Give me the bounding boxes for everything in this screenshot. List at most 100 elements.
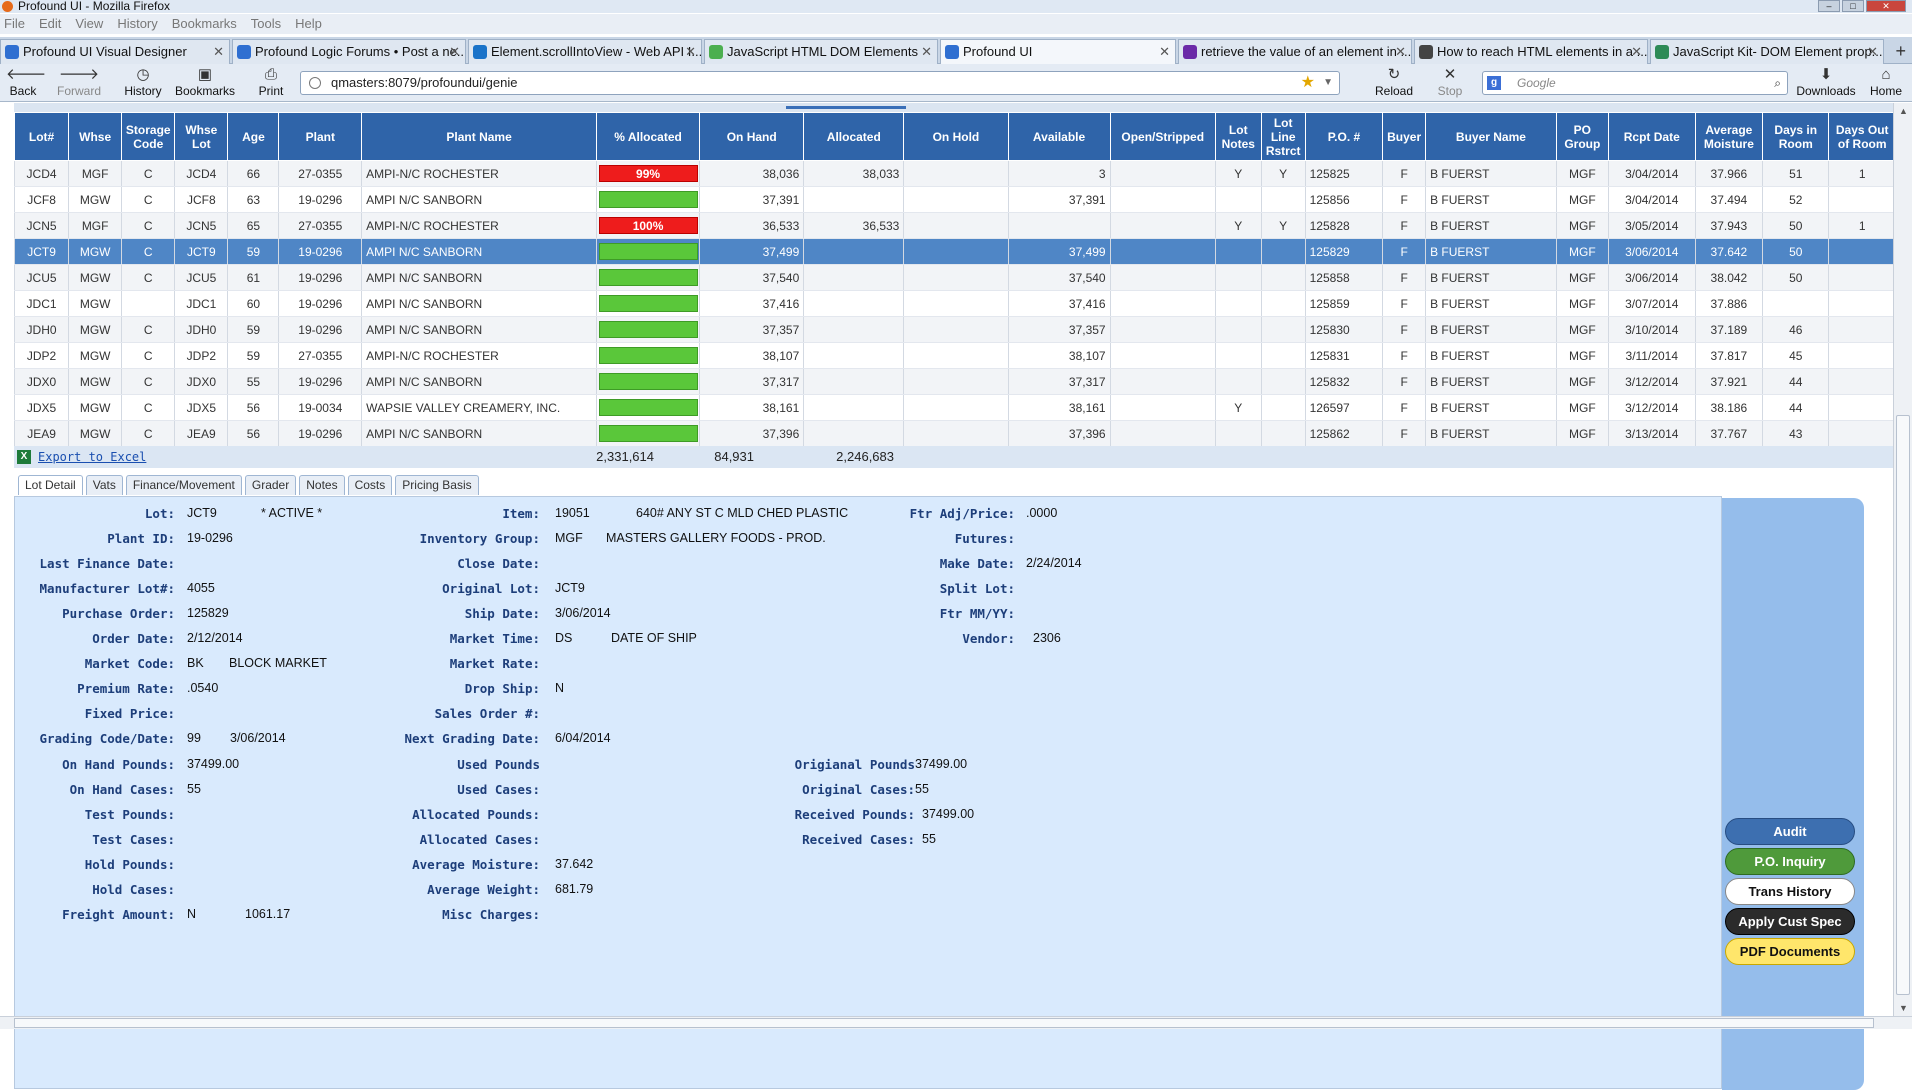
tab-grader[interactable]: Grader bbox=[244, 475, 297, 495]
browser-tab[interactable]: Element.scrollIntoView - Web API I... ✕ bbox=[468, 39, 702, 64]
tab-close-icon[interactable]: ✕ bbox=[921, 40, 932, 64]
col-header[interactable]: On Hold bbox=[903, 112, 1009, 161]
col-header[interactable]: Open/Stripped bbox=[1109, 112, 1216, 161]
horizontal-scroll-thumb[interactable] bbox=[14, 1018, 1874, 1028]
col-header[interactable]: Buyer bbox=[1382, 112, 1427, 161]
col-header[interactable]: Average Moisture bbox=[1694, 112, 1764, 161]
apply-cust-spec-button[interactable]: Apply Cust Spec bbox=[1725, 908, 1855, 935]
col-header[interactable]: P.O. # bbox=[1304, 112, 1384, 161]
url-dropdown-icon[interactable]: ▼ bbox=[1323, 72, 1333, 94]
browser-tab[interactable]: Profound Logic Forums • Post a ne... ✕ bbox=[232, 39, 466, 64]
back-button[interactable]: 🡐 Back bbox=[6, 66, 46, 98]
minimize-icon[interactable]: – bbox=[1818, 0, 1840, 12]
table-row[interactable]: JCN5 MGF C JCN5 65 27-0355 AMPI-N/C ROCHESTER 1… bbox=[13, 212, 1896, 239]
history-button[interactable]: ◷ History bbox=[122, 66, 164, 98]
col-header[interactable]: Plant Name bbox=[361, 112, 597, 161]
col-header[interactable]: Buyer Name bbox=[1425, 112, 1557, 161]
table-row[interactable]: JCF8 MGW C JCF8 63 19-0296 AMPI N/C SANBORN 37,… bbox=[13, 186, 1896, 213]
tab-close-icon[interactable]: ✕ bbox=[1867, 40, 1878, 64]
menu-tools[interactable]: Tools bbox=[251, 14, 281, 34]
trans-history-button[interactable]: Trans History bbox=[1725, 878, 1855, 905]
browser-tab[interactable]: Profound UI Visual Designer ✕ bbox=[0, 39, 230, 64]
col-header[interactable]: Whse Lot bbox=[174, 112, 229, 161]
menu-file[interactable]: File bbox=[4, 14, 25, 34]
downloads-button[interactable]: ⬇ Downloads bbox=[1794, 66, 1858, 98]
test-cases-label: Test Cases: bbox=[92, 832, 175, 847]
original-pounds-label: Origianal Pounds bbox=[794, 757, 915, 772]
col-header[interactable]: Lot Line Rstrct bbox=[1260, 112, 1306, 161]
close-window-icon[interactable]: ✕ bbox=[1866, 0, 1906, 12]
scroll-down-icon[interactable]: ▼ bbox=[1894, 1000, 1912, 1016]
tab-close-icon[interactable]: ✕ bbox=[685, 40, 696, 64]
col-header[interactable]: Lot Notes bbox=[1214, 112, 1262, 161]
maximize-icon[interactable]: □ bbox=[1842, 0, 1864, 12]
browser-tab[interactable]: How to reach HTML elements in a ... ✕ bbox=[1414, 39, 1648, 64]
new-tab-icon[interactable]: + bbox=[1895, 41, 1906, 62]
excel-icon[interactable]: X bbox=[17, 450, 31, 464]
pdf-documents-button[interactable]: PDF Documents bbox=[1725, 938, 1855, 965]
tab-notes[interactable]: Notes bbox=[299, 475, 345, 495]
table-row[interactable]: JDH0 MGW C JDH0 59 19-0296 AMPI N/C SANBORN 37,… bbox=[13, 316, 1896, 343]
col-header[interactable]: Allocated bbox=[803, 112, 905, 161]
tab-costs[interactable]: Costs bbox=[347, 475, 393, 495]
col-header[interactable]: On Hand bbox=[699, 112, 805, 161]
bookmark-star-icon[interactable]: ★ bbox=[1301, 72, 1315, 94]
google-icon[interactable]: g bbox=[1487, 76, 1501, 90]
available-cell: 37,391 bbox=[1007, 186, 1111, 213]
search-icon[interactable]: ⌕ bbox=[1774, 72, 1781, 94]
browser-tab-active[interactable]: Profound UI ✕ bbox=[940, 39, 1176, 64]
bookmarks-button[interactable]: ▣ Bookmarks bbox=[172, 66, 238, 98]
browser-tab[interactable]: JavaScript HTML DOM Elements ✕ bbox=[704, 39, 938, 64]
table-row[interactable]: JDX5 MGW C JDX5 56 19-0034 WAPSIE VALLEY CREAM… bbox=[13, 394, 1896, 421]
browser-tab[interactable]: retrieve the value of an element in ... ✕ bbox=[1178, 39, 1412, 64]
browser-tab[interactable]: JavaScript Kit- DOM Element prop... ✕ bbox=[1650, 39, 1884, 64]
menu-view[interactable]: View bbox=[75, 14, 103, 34]
vertical-scroll-thumb[interactable] bbox=[1896, 415, 1910, 995]
col-header[interactable]: Rcpt Date bbox=[1607, 112, 1696, 161]
url-bar[interactable]: qmasters:8079/profoundui/genie ★ ▼ bbox=[300, 71, 1340, 95]
reload-button[interactable]: ↻ Reload bbox=[1374, 66, 1414, 98]
tab-close-icon[interactable]: ✕ bbox=[1395, 40, 1406, 64]
col-header[interactable]: PO Group bbox=[1555, 112, 1609, 161]
vertical-scrollbar[interactable]: ▲ ▼ bbox=[1893, 103, 1912, 1016]
table-row[interactable]: JEA9 MGW C JEA9 56 19-0296 AMPI N/C SANBORN 37,… bbox=[13, 420, 1896, 447]
tab-finance-movement[interactable]: Finance/Movement bbox=[125, 475, 242, 495]
stop-button[interactable]: ✕ Stop bbox=[1432, 66, 1468, 98]
col-header[interactable]: Plant bbox=[278, 112, 363, 161]
forward-button[interactable]: 🡒 Forward bbox=[54, 66, 104, 98]
table-row[interactable]: JCD4 MGF C JCD4 66 27-0355 AMPI-N/C ROCHESTER 9… bbox=[13, 160, 1896, 187]
audit-button[interactable]: Audit bbox=[1725, 818, 1855, 845]
menu-bookmarks[interactable]: Bookmarks bbox=[172, 14, 237, 34]
col-header[interactable]: Days in Room bbox=[1762, 112, 1830, 161]
col-header[interactable]: Age bbox=[227, 112, 280, 161]
scroll-up-icon[interactable]: ▲ bbox=[1894, 103, 1912, 119]
table-row[interactable]: JDP2 MGW C JDP2 59 27-0355 AMPI-N/C ROCHESTER 3… bbox=[13, 342, 1896, 369]
table-row[interactable]: JDX0 MGW C JDX0 55 19-0296 AMPI N/C SANBORN 37,… bbox=[13, 368, 1896, 395]
tab-close-icon[interactable]: ✕ bbox=[1631, 40, 1642, 64]
tab-close-icon[interactable]: ✕ bbox=[449, 40, 460, 64]
tab-lot-detail[interactable]: Lot Detail bbox=[18, 475, 83, 495]
export-to-excel-link[interactable]: Export to Excel bbox=[38, 446, 146, 468]
table-row[interactable]: JCU5 MGW C JCU5 61 19-0296 AMPI N/C SANBORN 37,… bbox=[13, 264, 1896, 291]
col-header[interactable]: Whse bbox=[68, 112, 123, 161]
search-bar[interactable]: g Google ⌕ bbox=[1482, 71, 1788, 95]
col-header[interactable]: % Allocated bbox=[595, 112, 701, 161]
tab-close-icon[interactable]: ✕ bbox=[1159, 40, 1170, 64]
po-inquiry-button[interactable]: P.O. Inquiry bbox=[1725, 848, 1855, 875]
table-row[interactable]: JDC1 MGW JDC1 60 19-0296 AMPI N/C SANBORN 37,4… bbox=[13, 290, 1896, 317]
tab-vats[interactable]: Vats bbox=[85, 475, 123, 495]
col-header[interactable]: Days Out of Room bbox=[1828, 112, 1896, 161]
col-header[interactable]: Storage Code bbox=[121, 112, 176, 161]
col-header[interactable]: Lot# bbox=[13, 112, 70, 161]
site-identity-icon[interactable] bbox=[309, 77, 321, 89]
tab-close-icon[interactable]: ✕ bbox=[213, 40, 224, 64]
horizontal-scrollbar[interactable] bbox=[0, 1016, 1912, 1029]
table-row-selected[interactable]: JCT9 MGW C JCT9 59 19-0296 AMPI N/C SANBORN 37,… bbox=[13, 238, 1896, 265]
print-button[interactable]: ⎙ Print bbox=[254, 66, 288, 98]
menu-help[interactable]: Help bbox=[295, 14, 322, 34]
menu-history[interactable]: History bbox=[117, 14, 157, 34]
home-button[interactable]: ⌂ Home bbox=[1866, 66, 1906, 98]
col-header[interactable]: Available bbox=[1007, 112, 1111, 161]
tab-pricing-basis[interactable]: Pricing Basis bbox=[395, 475, 479, 495]
menu-edit[interactable]: Edit bbox=[39, 14, 61, 34]
